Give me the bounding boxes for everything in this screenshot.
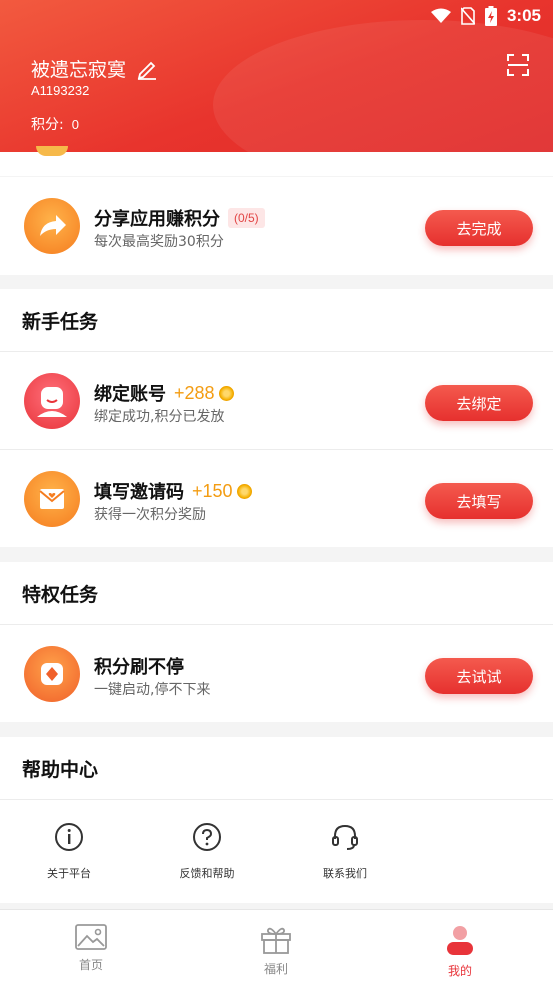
invite-code-bonus: +150 (192, 481, 252, 502)
help-feedback-label: 反馈和帮助 (179, 867, 235, 880)
invite-code-button[interactable]: 去填写 (425, 483, 533, 519)
points-label: 积分: (31, 117, 64, 133)
username: 被遗忘寂寞 (31, 59, 127, 81)
share-complete-button[interactable]: 去完成 (425, 210, 533, 246)
help-item-contact[interactable]: 联系我们 (295, 822, 395, 881)
bind-account-title: 绑定账号 (94, 384, 166, 405)
headset-icon (332, 824, 358, 850)
user-icon (447, 926, 473, 955)
battery-charging-icon (484, 6, 497, 26)
nav-welfare-label: 福利 (263, 962, 288, 976)
help-item-feedback[interactable]: 反馈和帮助 (157, 822, 257, 881)
share-task-row: 分享应用赚积分 (0/5) 每次最高奖励30积分 去完成 (0, 177, 553, 275)
invite-code-row: 填写邀请码 +150 获得一次积分奖励 去填写 (0, 449, 553, 547)
gift-icon (261, 927, 291, 954)
nav-mine[interactable]: 我的 (420, 924, 500, 979)
diamond-coin-icon (24, 646, 80, 702)
info-icon (55, 823, 83, 851)
invite-code-subtitle: 获得一次积分奖励 (94, 507, 206, 523)
invite-bonus-value: +150 (192, 480, 233, 501)
newbie-section-title: 新手任务 (22, 310, 99, 333)
coin-icon (236, 483, 252, 499)
bind-account-button[interactable]: 去绑定 (425, 385, 533, 421)
profile-header: 3:05 被遗忘寂寞 A1193232 积分: 0 (0, 0, 553, 152)
points-refresh-title: 积分刷不停 (94, 657, 184, 678)
bind-account-subtitle: 绑定成功,积分已发放 (94, 409, 225, 425)
share-progress-badge: (0/5) (228, 208, 265, 228)
status-time: 3:05 (506, 6, 541, 25)
image-icon (75, 924, 107, 950)
edit-pencil-icon[interactable] (136, 58, 158, 80)
help-center-section: 帮助中心 关于平台 反馈和帮助 联系我们 (0, 737, 553, 903)
bottom-navigation: 首页 福利 我的 (0, 909, 553, 983)
help-contact-label: 联系我们 (323, 867, 367, 880)
share-task-title: 分享应用赚积分 (94, 209, 220, 230)
question-icon (193, 823, 221, 851)
help-section-title: 帮助中心 (22, 758, 99, 781)
user-id: A1193232 (31, 83, 90, 98)
nav-home[interactable]: 首页 (51, 924, 131, 973)
nav-welfare[interactable]: 福利 (236, 924, 316, 977)
points-refresh-row: 积分刷不停 一键启动,停不下来 去试试 (0, 624, 553, 722)
bind-bonus-value: +288 (174, 382, 215, 403)
nav-mine-label: 我的 (447, 964, 472, 978)
points-refresh-button[interactable]: 去试试 (425, 658, 533, 694)
partial-icon (36, 146, 68, 156)
coin-icon (218, 385, 234, 401)
help-item-about[interactable]: 关于平台 (19, 822, 119, 881)
privilege-task-section: 特权任务 积分刷不停 一键启动,停不下来 去试试 (0, 562, 553, 722)
envelope-heart-icon (24, 471, 80, 527)
no-sim-icon (460, 7, 475, 25)
help-about-label: 关于平台 (47, 867, 91, 880)
status-bar: 3:05 (0, 0, 553, 32)
share-task-section: 分享应用赚积分 (0/5) 每次最高奖励30积分 去完成 (0, 177, 553, 275)
scrolled-task-remnant (0, 146, 553, 176)
bind-account-row: 绑定账号 +288 绑定成功,积分已发放 去绑定 (0, 351, 553, 449)
privilege-section-title: 特权任务 (22, 583, 99, 606)
points-refresh-subtitle: 一键启动,停不下来 (94, 682, 211, 698)
invite-code-title: 填写邀请码 (94, 482, 184, 503)
points-row: 积分: 0 (31, 114, 79, 134)
nav-home-label: 首页 (78, 958, 103, 972)
share-task-subtitle: 每次最高奖励30积分 (94, 234, 224, 250)
bind-account-bonus: +288 (174, 383, 234, 404)
newbie-task-section: 新手任务 绑定账号 +288 绑定成功,积分已发放 去绑定 填写邀请码 +150… (0, 289, 553, 547)
scan-icon[interactable] (507, 54, 529, 76)
wifi-icon (430, 8, 451, 23)
user-avatar-icon (24, 373, 80, 429)
share-arrow-icon (24, 198, 80, 254)
points-value: 0 (71, 117, 79, 132)
